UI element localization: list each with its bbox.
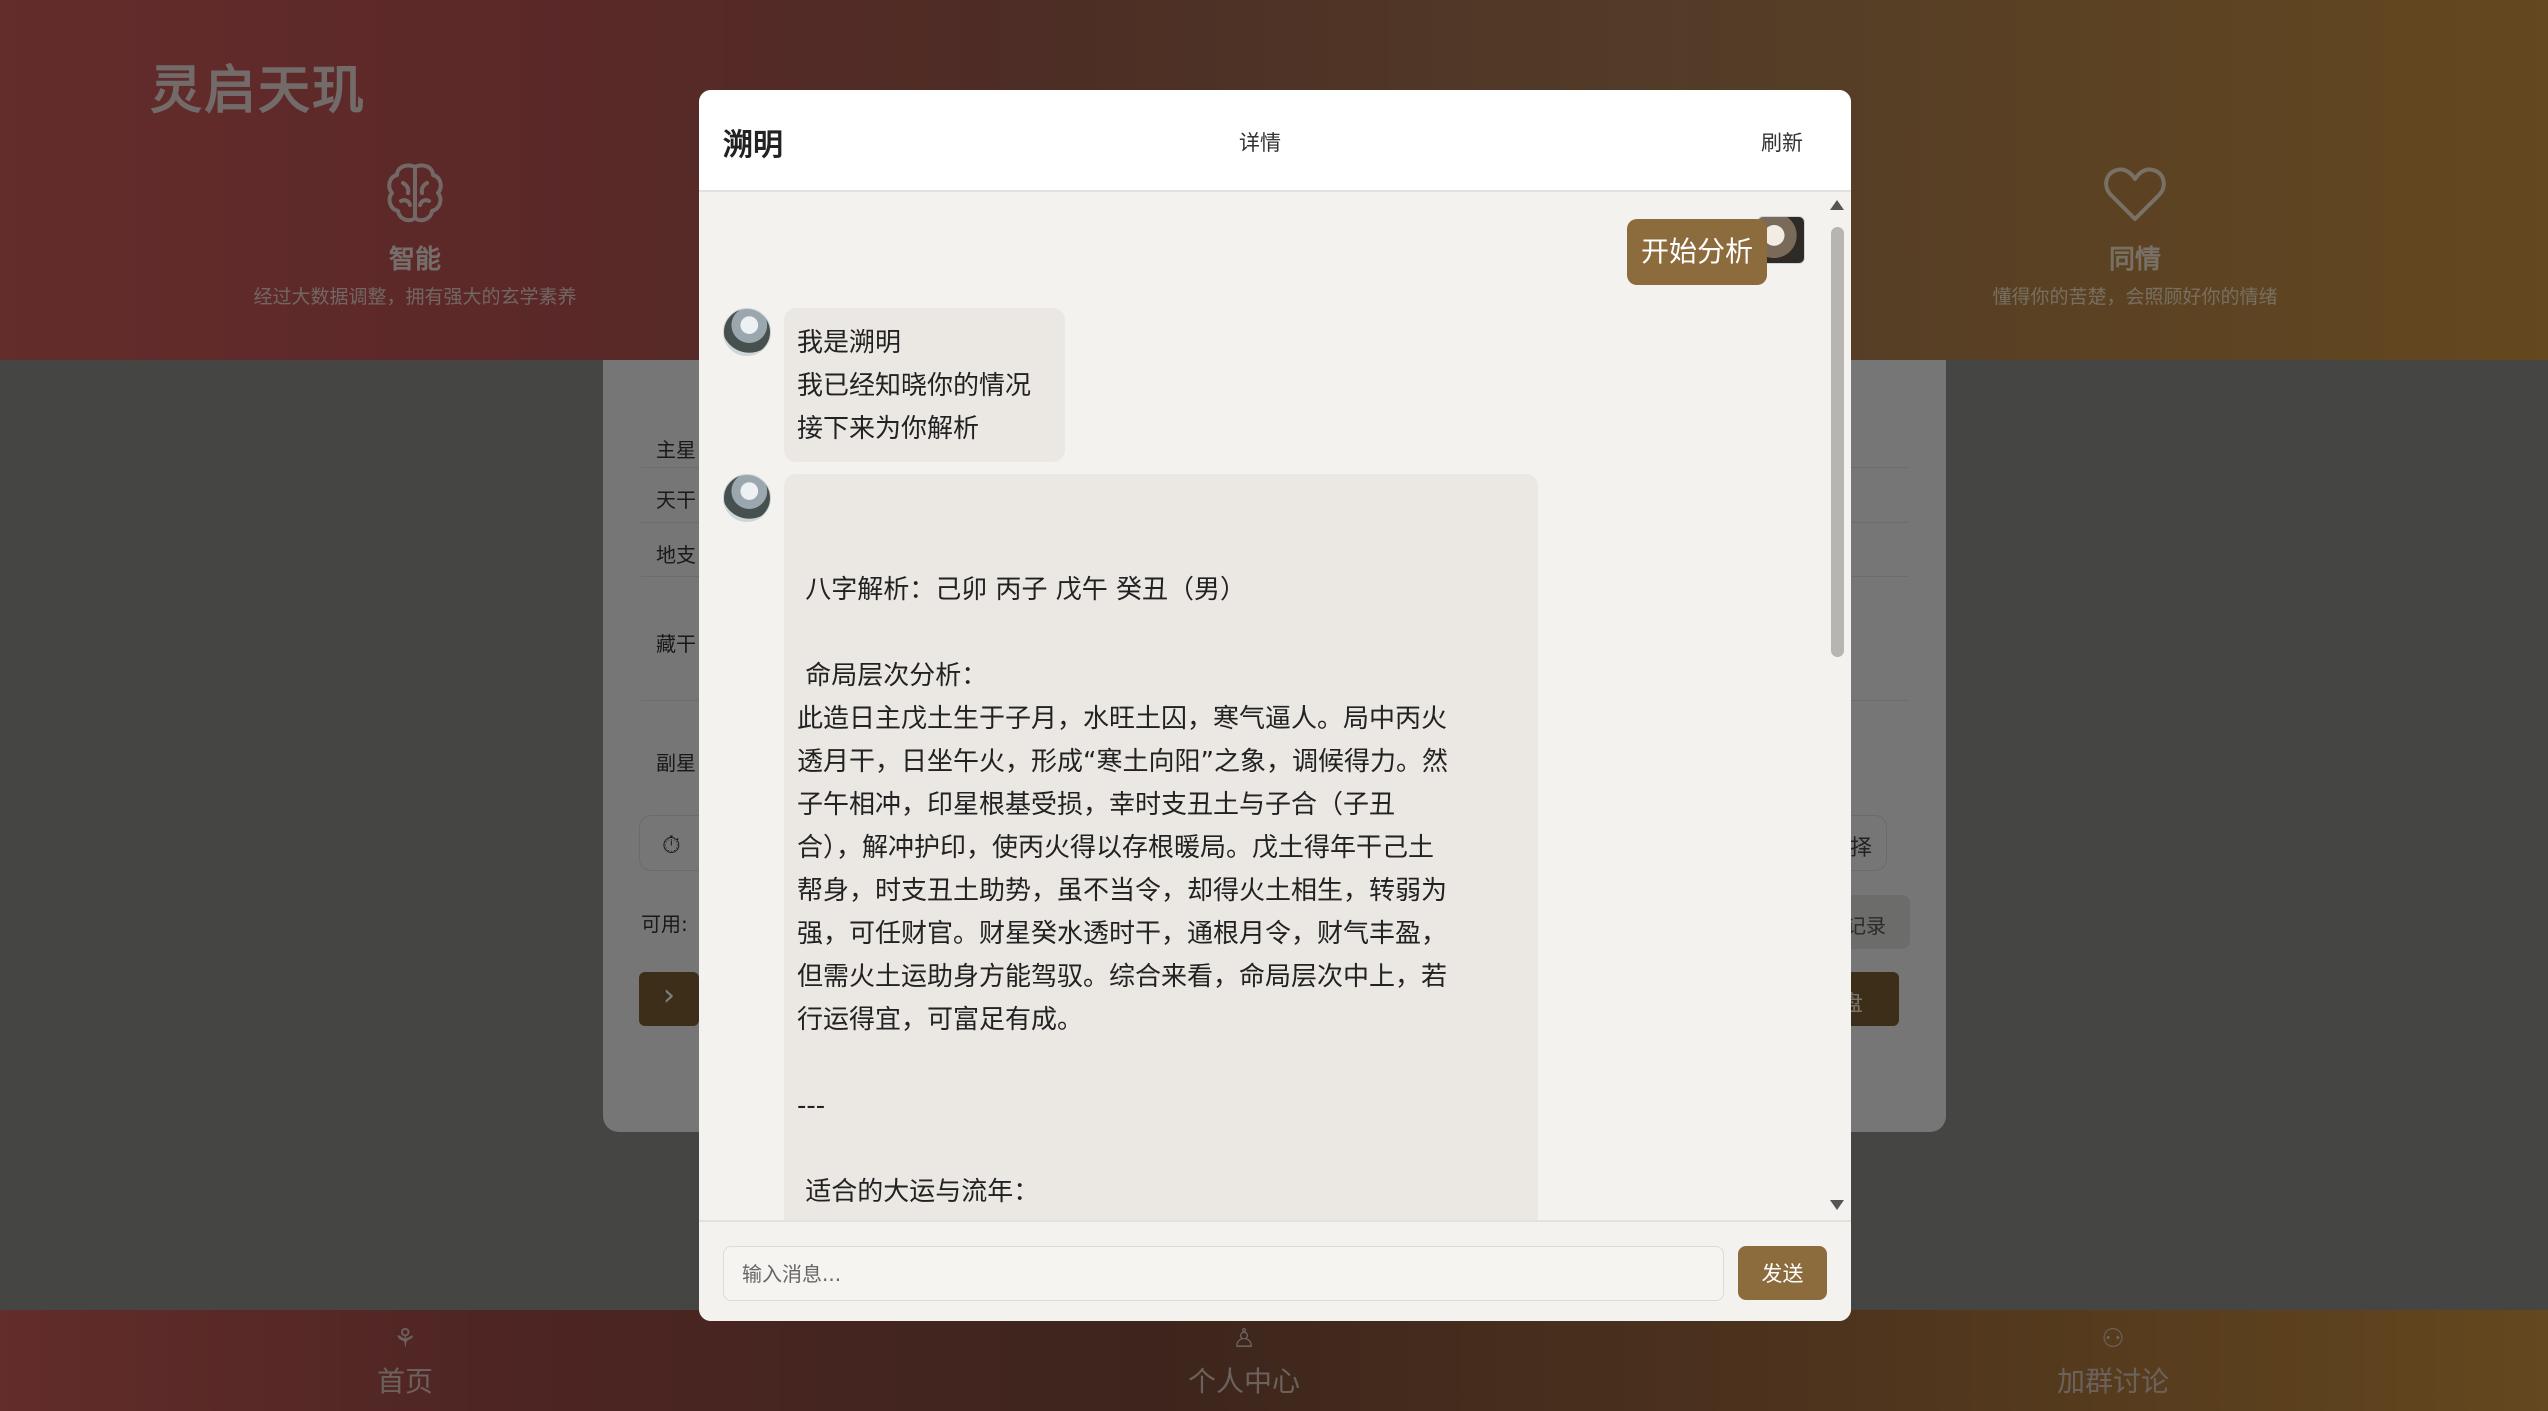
bot-message-intro: 我是溯明 我已经知晓你的情况 接下来为你解析 [784,308,1065,462]
message-input[interactable] [723,1246,1724,1301]
analysis-line: 透月干，日坐午火，形成“寒土向阳”之象，调候得力。然 [797,747,1448,777]
analysis-line: 此造日主戊土生于子月，水旺土囚，寒气逼人。局中丙火 [797,704,1448,734]
chat-title: 溯明 [723,128,783,163]
refresh-button[interactable]: 刷新 [1761,127,1803,157]
analysis-line: 适合的大运与流年： [797,1177,1040,1207]
bot-avatar [723,308,771,356]
scroll-up-arrow-icon[interactable] [1830,200,1844,210]
chat-header: 溯明 详情 刷新 [699,90,1851,192]
analysis-line: 强，可任财官。财星癸水透时干，通根月令，财气丰盈， [797,919,1448,949]
analysis-line: 但需火土运助身方能驾驭。综合来看，命局层次中上，若 [797,962,1448,992]
chat-scrollbar[interactable] [1823,192,1851,1220]
scroll-down-arrow-icon[interactable] [1830,1200,1844,1210]
analysis-line: --- [797,1091,826,1121]
analysis-line: 命局层次分析： [797,661,988,691]
user-message: 开始分析 [1626,219,1767,285]
chat-messages[interactable]: 开始分析 我是溯明 我已经知晓你的情况 接下来为你解析 八字解析：己卯 丙子 戊午 … [699,192,1851,1220]
detail-button[interactable]: 详情 [1239,127,1281,157]
send-button[interactable]: 发送 [1738,1246,1827,1300]
analysis-line: 帮身，时支丑土助势，虽不当令，却得火土相生，转弱为 [797,876,1448,906]
scrollbar-thumb[interactable] [1831,227,1844,657]
chat-modal: 溯明 详情 刷新 开始分析 我是溯明 我已经知晓你的情况 接下来为你解析 八字解析：… [699,90,1851,1321]
analysis-line: 八字解析：己卯 丙子 戊午 癸丑（男） [797,575,1247,605]
analysis-line: 行运得宜，可富足有成。 [797,1005,1084,1035]
analysis-line: 子午相冲，印星根基受损，幸时支丑土与子合（子丑 [797,790,1396,820]
chat-input-bar: 发送 [699,1220,1851,1321]
analysis-line: 合），解冲护印，使丙火得以存根暖局。戊土得年干己土 [797,833,1435,863]
bot-avatar [723,474,771,522]
bot-message-analysis: 八字解析：己卯 丙子 戊午 癸丑（男） 命局层次分析： 此造日主戊土生于子月，水旺… [784,474,1538,1220]
